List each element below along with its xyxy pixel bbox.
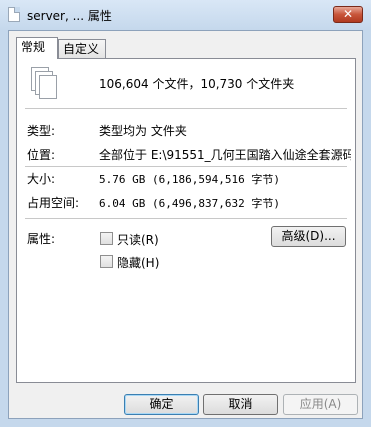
location-value: 全部位于 E:\91551_几何王国踏入仙途全套源码 xyxy=(99,148,351,162)
size-label: 大小: xyxy=(27,172,56,186)
apply-button[interactable]: 应用(A) xyxy=(283,394,358,415)
type-value: 类型均为 文件夹 xyxy=(99,124,187,138)
attributes-label: 属性: xyxy=(27,232,56,246)
cancel-button[interactable]: 取消 xyxy=(203,394,278,415)
ok-button[interactable]: 确定 xyxy=(124,394,199,415)
file-count-summary: 106,604 个文件，10,730 个文件夹 xyxy=(99,77,295,91)
hidden-checkbox[interactable] xyxy=(100,255,113,268)
location-label: 位置: xyxy=(27,148,56,162)
type-label: 类型: xyxy=(27,124,56,138)
close-button[interactable]: ✕ xyxy=(333,6,363,23)
dialog-client: 常规 自定义 106,604 个文件，10,730 个文件夹 类型: 类型均为 … xyxy=(8,30,363,419)
advanced-button[interactable]: 高级(D)... xyxy=(271,226,346,247)
general-panel: 106,604 个文件，10,730 个文件夹 类型: 类型均为 文件夹 位置:… xyxy=(16,58,356,383)
file-icon xyxy=(8,7,20,22)
title-bar[interactable]: server, ... 属性 ✕ xyxy=(0,0,371,30)
separator xyxy=(25,166,347,167)
tab-general[interactable]: 常规 xyxy=(16,37,58,59)
window-title: server, ... 属性 xyxy=(27,9,112,23)
disk-size-label: 占用空间: xyxy=(27,196,80,210)
tab-custom[interactable]: 自定义 xyxy=(58,39,106,59)
size-value: 5.76 GB (6,186,594,516 字节) xyxy=(99,173,280,186)
readonly-label: 只读(R) xyxy=(117,233,159,247)
separator xyxy=(25,108,347,109)
readonly-checkbox[interactable] xyxy=(100,232,113,245)
disk-size-value: 6.04 GB (6,496,837,632 字节) xyxy=(99,197,280,210)
separator xyxy=(25,218,347,219)
hidden-label: 隐藏(H) xyxy=(117,256,160,270)
multiple-files-icon xyxy=(31,67,61,99)
